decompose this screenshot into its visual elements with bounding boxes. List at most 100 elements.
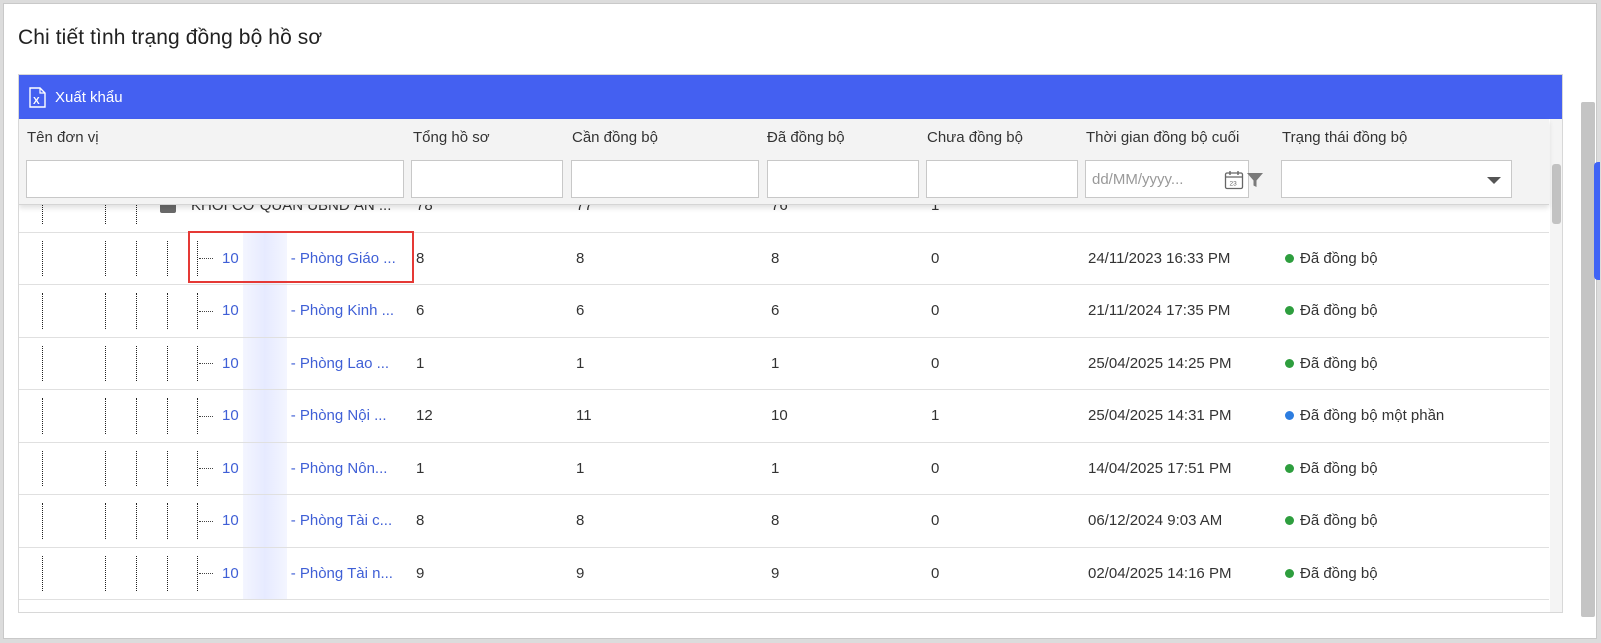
unit-code: 10 [222, 407, 239, 425]
cell-chua: 0 [931, 512, 940, 530]
tree-guide-line [197, 293, 198, 329]
status-text: Đã đồng bộ [1300, 564, 1378, 582]
filter-date[interactable]: 23 [1085, 160, 1249, 198]
table-row[interactable]: 10 - Phòng Tài n... 9 9 9 0 02/04/2025 14:16 P… [19, 547, 1549, 600]
filter-tong-ho-so-input[interactable] [412, 161, 562, 197]
filter-funnel-icon[interactable] [1245, 170, 1265, 190]
filter-chua-dong-bo[interactable] [926, 160, 1078, 198]
status-text: Đã đồng bộ một phần [1300, 407, 1445, 425]
cell-da: 1 [771, 354, 780, 372]
grid-scrollbar-thumb[interactable] [1552, 164, 1561, 224]
col-header-ten-don-vi[interactable]: Tên đơn vị [27, 129, 99, 146]
cell-da: 6 [771, 302, 780, 320]
tree-guide-line [136, 398, 137, 434]
cell-last-sync-time: 25/04/2025 14:25 PM [1088, 354, 1232, 372]
unit-name: - Phòng Tài n... [290, 564, 393, 582]
dialog-title: Chi tiết tình trạng đồng bộ hồ sơ [18, 26, 323, 49]
filter-ten-don-vi-input[interactable] [27, 161, 403, 197]
cell-chua: 1 [931, 407, 940, 425]
tree-guide-line [167, 398, 168, 434]
export-button[interactable]: X Xuất khẩu [29, 86, 123, 108]
status-dot-icon [1285, 516, 1294, 526]
table-row-parent[interactable]: KHỐI CƠ QUAN UBND ẤN ... 78 77 76 1 [19, 205, 1549, 233]
calendar-icon[interactable]: 23 [1224, 170, 1244, 190]
status-badge: Đã đồng bộ [1285, 443, 1378, 495]
status-badge: Đã đồng bộ [1285, 495, 1378, 547]
cell-tong: 9 [416, 564, 425, 582]
chevron-down-icon[interactable] [1487, 177, 1501, 184]
status-badge: Đã đồng bộ [1285, 285, 1378, 337]
filter-can-dong-bo[interactable] [571, 160, 759, 198]
status-badge: Đã đồng bộ [1285, 233, 1378, 285]
cell-last-sync-time: 21/11/2024 17:35 PM [1088, 302, 1231, 320]
cell-tong: 8 [416, 249, 425, 267]
redaction-overlay [243, 547, 287, 599]
grid-scrollbar[interactable] [1550, 119, 1562, 612]
tree-guide-line [105, 293, 106, 329]
tree-guide-line [167, 450, 168, 486]
filter-tong-ho-so[interactable] [411, 160, 563, 198]
filter-ten-don-vi[interactable] [26, 160, 404, 198]
side-panel-tab[interactable] [1594, 162, 1600, 280]
filter-da-dong-bo[interactable] [767, 160, 919, 198]
table-row[interactable]: 10 - Phòng Kinh ... 6 6 6 0 21/11/2024 17:35 P… [19, 285, 1549, 338]
status-dot-icon [1285, 306, 1294, 316]
status-dot-icon [1285, 358, 1294, 368]
status-text: Đã đồng bộ [1300, 459, 1378, 477]
unit-name: - Phòng Kinh ... [290, 302, 395, 320]
col-header-da-dong-bo[interactable]: Đã đồng bộ [767, 129, 845, 146]
cell-da: 76 [771, 205, 788, 215]
unit-name: - Phòng Tài c... [290, 512, 393, 530]
cell-last-sync-time: 06/12/2024 9:03 AM [1088, 512, 1223, 530]
cell-tong: 1 [416, 459, 425, 477]
unit-name: - Phòng Nôn... [290, 459, 388, 477]
cell-da: 9 [771, 564, 780, 582]
grid-body: KHỐI CƠ QUAN UBND ẤN ... 78 77 76 1 10- Phòng… [19, 205, 1549, 612]
tree-guide-line [197, 450, 198, 486]
tree-guide-line [105, 450, 106, 486]
tree-guide-line [105, 205, 106, 224]
unit-code: 10 [222, 354, 239, 372]
cell-da: 8 [771, 249, 780, 267]
cell-chua: 0 [931, 302, 940, 320]
table-row[interactable]: 10- Phòng Nôn... 1 1 1 0 14/04/2025 17:51 PM Đ… [19, 442, 1549, 495]
col-header-trang-thai[interactable]: Trạng thái đồng bộ [1282, 129, 1407, 146]
tree-guide-line [136, 240, 137, 276]
cell-da: 10 [771, 407, 788, 425]
redaction-overlay [243, 442, 287, 494]
redaction-overlay [243, 337, 287, 389]
cell-can: 1 [576, 459, 585, 477]
status-text: Đã đồng bộ [1300, 354, 1378, 372]
col-header-tong-ho-so[interactable]: Tổng hồ sơ [413, 129, 490, 146]
status-text: Đã đồng bộ [1300, 512, 1378, 530]
unit-name: - Phòng Nội ... [290, 407, 387, 425]
tree-guide-line [105, 503, 106, 539]
filter-can-dong-bo-input[interactable] [572, 161, 758, 197]
tree-guide-line [136, 450, 137, 486]
tree-guide-line [136, 503, 137, 539]
status-filter-select[interactable] [1281, 160, 1512, 198]
tree-guide-line [42, 503, 43, 539]
filter-chua-dong-bo-input[interactable] [927, 161, 1077, 197]
cell-chua: 0 [931, 249, 940, 267]
col-header-can-dong-bo[interactable]: Cần đồng bộ [572, 129, 658, 146]
table-row[interactable]: 10- Phòng Lao ... 1 1 1 0 25/04/2025 14:25 PM… [19, 337, 1549, 390]
cell-last-sync-time: 24/11/2023 16:33 PM [1088, 249, 1231, 267]
grid-toolbar: X Xuất khẩu [19, 75, 1562, 119]
cell-can: 8 [576, 512, 585, 530]
col-header-chua-dong-bo[interactable]: Chưa đồng bộ [927, 129, 1023, 146]
table-row[interactable]: 10 - Phòng Nội ... 12 11 10 1 25/04/2025 14:31… [19, 390, 1549, 443]
sync-status-grid: X Xuất khẩu Tên đơn vị Tổng hồ sơ Cần đồ… [18, 74, 1563, 613]
unit-code: 10 [222, 512, 239, 530]
tree-guide-line [167, 293, 168, 329]
dialog-scrollbar-thumb[interactable] [1581, 102, 1595, 617]
table-row[interactable]: 10 - Phòng Tài c... 8 8 8 0 06/12/2024 9:03 AM… [19, 495, 1549, 548]
tree-guide-line [42, 398, 43, 434]
status-text: Đã đồng bộ [1300, 249, 1378, 267]
filter-da-dong-bo-input[interactable] [768, 161, 918, 197]
col-header-thoi-gian[interactable]: Thời gian đồng bộ cuối [1086, 129, 1239, 146]
tree-guide-line [105, 240, 106, 276]
status-text: Đã đồng bộ [1300, 302, 1378, 320]
status-dot-icon [1285, 568, 1294, 578]
sync-detail-dialog: Chi tiết tình trạng đồng bộ hồ sơ X Xuất… [3, 3, 1597, 639]
